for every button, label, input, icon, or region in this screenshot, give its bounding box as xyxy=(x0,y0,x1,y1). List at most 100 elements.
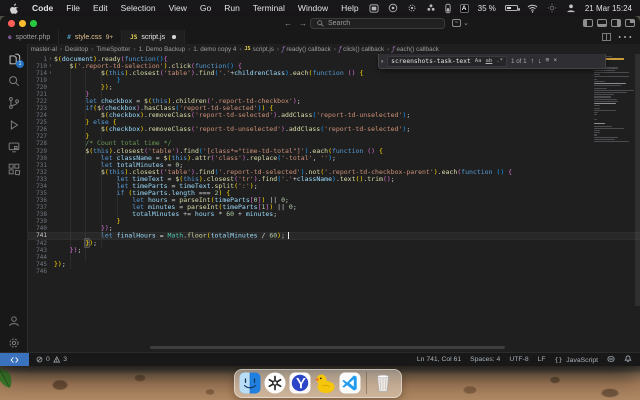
line-number[interactable]: 735 xyxy=(28,190,47,197)
menu-item-terminal[interactable]: Terminal xyxy=(253,3,285,13)
breadcrumb-item[interactable]: 1. Demo Backup xyxy=(139,46,186,53)
breadcrumb-item[interactable]: 1. demo copy 4 xyxy=(193,46,236,53)
dock-trash[interactable] xyxy=(372,372,394,394)
dock-app-cyberduck[interactable] xyxy=(314,372,336,394)
close-find-icon[interactable]: × xyxy=(553,57,557,65)
menu-item-code[interactable]: Code xyxy=(32,3,53,13)
line-number[interactable]: 730 xyxy=(28,155,47,162)
toggle-panel-icon[interactable] xyxy=(597,18,607,27)
line-number[interactable]: 726 xyxy=(28,126,47,133)
split-editor-icon[interactable] xyxy=(602,33,611,41)
line-number[interactable]: 728 xyxy=(28,140,47,147)
breadcrumb-item[interactable]: TimeSpotter xyxy=(96,46,130,53)
line-number[interactable]: 727 xyxy=(28,133,47,140)
minimize-window-button[interactable] xyxy=(19,20,26,27)
fold-chevron-icon[interactable]: › xyxy=(47,63,54,70)
line-number[interactable]: 719 xyxy=(28,77,47,84)
tab-style-css[interactable]: # style.css 9+ xyxy=(59,30,123,44)
code-line-719[interactable]: 719 } xyxy=(28,76,640,84)
code-line-742[interactable]: 742 }); xyxy=(28,238,640,247)
line-number[interactable]: 1 xyxy=(28,56,47,63)
toggle-secondary-sidebar-icon[interactable] xyxy=(611,18,621,27)
nav-back-button[interactable]: ← xyxy=(284,19,292,28)
nav-forward-button[interactable]: → xyxy=(299,19,307,28)
menu-item-help[interactable]: Help xyxy=(341,3,358,13)
extensions-icon[interactable] xyxy=(7,162,21,176)
menu-item-window[interactable]: Window xyxy=(298,3,328,13)
line-number[interactable]: 714 xyxy=(28,70,47,77)
close-window-button[interactable] xyxy=(8,20,15,27)
fan-icon[interactable] xyxy=(426,2,436,14)
menu-item-run[interactable]: Run xyxy=(224,3,240,13)
code-line-745[interactable]: 745}); xyxy=(28,260,640,268)
line-number[interactable]: 744 xyxy=(28,254,47,261)
whole-word-icon[interactable]: ab xyxy=(486,58,493,64)
gear-icon[interactable] xyxy=(407,2,417,14)
line-number[interactable]: 720 xyxy=(28,84,47,91)
menu-item-view[interactable]: View xyxy=(169,3,187,13)
display-dim-icon[interactable] xyxy=(547,2,557,14)
line-number[interactable]: 736 xyxy=(28,197,47,204)
line-number[interactable]: 742 xyxy=(28,240,47,247)
menu-bar-clock[interactable]: 21 Mar 15:24 xyxy=(585,4,632,13)
fold-chevron-icon[interactable]: › xyxy=(47,70,54,77)
line-number[interactable]: 737 xyxy=(28,204,47,211)
menu-item-selection[interactable]: Selection xyxy=(121,3,156,13)
apple-logo-icon[interactable] xyxy=(10,2,19,14)
status-item[interactable]: LF xyxy=(538,356,546,363)
input-source-icon[interactable]: A xyxy=(459,3,469,13)
assistant-swirl-icon[interactable] xyxy=(388,2,398,14)
status-item[interactable]: Ln 741, Col 61 xyxy=(417,356,461,363)
copilot-status-icon[interactable] xyxy=(607,355,615,365)
command-center-search[interactable]: Search xyxy=(310,17,445,29)
accounts-icon[interactable] xyxy=(7,314,21,328)
code-line-724[interactable]: 724 $(checkbox).removeClass('report-td-s… xyxy=(28,112,640,120)
dock-app-chatgpt[interactable] xyxy=(264,372,286,394)
remote-explorer-icon[interactable] xyxy=(7,140,21,154)
status-item[interactable]: Spaces: 4 xyxy=(470,356,500,363)
bell-icon[interactable] xyxy=(624,355,632,365)
wifi-icon[interactable] xyxy=(527,2,538,14)
line-number[interactable]: 732 xyxy=(28,169,47,176)
horizontal-scrollbar-thumb[interactable] xyxy=(150,346,505,349)
line-number[interactable]: 724 xyxy=(28,112,47,119)
window-app-icon[interactable] xyxy=(369,2,379,14)
customize-layout-icon[interactable] xyxy=(625,18,635,27)
problems-status[interactable]: 0 3 xyxy=(29,356,67,363)
code-line-739[interactable]: 739 } xyxy=(28,218,640,226)
breadcrumb-item[interactable]: ƒ click() callback xyxy=(339,46,384,53)
breadcrumb-item[interactable]: JS script.js xyxy=(245,46,274,53)
dirty-indicator-icon[interactable] xyxy=(172,35,176,39)
code-editor[interactable]: 1 › $(document).ready(function(){710 › $('.… xyxy=(28,54,640,349)
line-number[interactable]: 722 xyxy=(28,98,47,105)
battery-icon[interactable] xyxy=(504,5,520,11)
line-number[interactable]: 741 xyxy=(28,232,47,239)
user-icon[interactable] xyxy=(566,2,576,14)
toggle-sidebar-icon[interactable] xyxy=(583,18,593,27)
line-number[interactable]: 734 xyxy=(28,183,47,190)
line-number[interactable]: 725 xyxy=(28,119,47,126)
line-number[interactable]: 710 xyxy=(28,63,47,70)
remote-indicator[interactable] xyxy=(0,353,29,366)
line-number[interactable]: 740 xyxy=(28,225,47,232)
status-item[interactable]: UTF-8 xyxy=(509,356,528,363)
breadcrumb-item[interactable]: ƒ ready() callback xyxy=(282,46,331,53)
dock-app-finder[interactable] xyxy=(239,372,261,394)
code-line-726[interactable]: 726 $(checkbox).removeClass('report-td-u… xyxy=(28,126,640,134)
find-in-selection-icon[interactable]: ≡ xyxy=(546,57,550,65)
vertical-scrollbar-thumb[interactable] xyxy=(635,54,640,306)
column-meter-icon[interactable] xyxy=(445,2,451,14)
search-icon[interactable] xyxy=(7,74,21,88)
toggle-replace-icon[interactable]: › xyxy=(381,58,383,65)
settings-icon[interactable] xyxy=(7,336,21,350)
code-line-743[interactable]: 743 }); xyxy=(28,246,640,254)
breadcrumb-item[interactable]: master-al xyxy=(31,46,57,53)
menu-item-go[interactable]: Go xyxy=(200,3,211,13)
source-control-icon[interactable] xyxy=(7,96,21,110)
line-number[interactable]: 746 xyxy=(28,268,47,275)
regex-icon[interactable]: .* xyxy=(496,58,503,64)
menu-item-file[interactable]: File xyxy=(66,3,80,13)
previous-match-icon[interactable]: ↑ xyxy=(531,58,535,65)
line-number[interactable]: 721 xyxy=(28,91,47,98)
language-mode-item[interactable]: {} JavaScript xyxy=(555,356,598,364)
